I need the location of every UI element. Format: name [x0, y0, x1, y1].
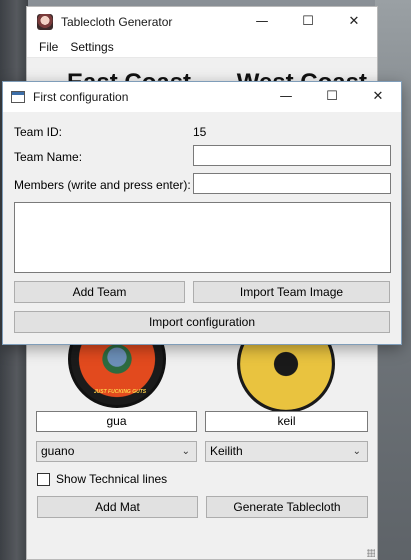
members-list[interactable] [14, 202, 391, 273]
dialog-title: First configuration [33, 90, 129, 104]
player-select-right[interactable]: Keilith ⌄ [205, 441, 368, 462]
player-select-left[interactable]: guano ⌄ [36, 441, 197, 462]
first-configuration-dialog: First configuration — ☐ ✕ Team ID: 15 Te… [2, 81, 402, 345]
team-id-label: Team ID: [14, 125, 63, 139]
team-name-field[interactable] [193, 145, 391, 166]
show-technical-lines-label: Show Technical lines [56, 472, 168, 486]
dialog-close-button[interactable]: ✕ [355, 82, 401, 111]
team-name-input-right[interactable]: keil [205, 411, 368, 432]
add-team-button[interactable]: Add Team [14, 281, 185, 303]
dialog-minimize-button[interactable]: — [263, 82, 309, 111]
dialog-controls: — ☐ ✕ [263, 82, 401, 111]
resize-grip[interactable] [367, 549, 375, 557]
main-window-title: Tablecloth Generator [61, 14, 173, 29]
members-field[interactable] [193, 173, 391, 194]
app-icon [37, 13, 53, 30]
members-label: Members (write and press enter): [14, 178, 191, 192]
team-name-label: Team Name: [14, 150, 83, 164]
main-titlebar[interactable]: Tablecloth Generator — ☐ ✕ [27, 7, 377, 36]
dialog-maximize-button[interactable]: ☐ [309, 82, 355, 111]
import-configuration-button[interactable]: Import configuration [14, 311, 390, 333]
window-icon [11, 91, 25, 103]
chevron-down-icon: ⌄ [352, 446, 361, 457]
show-technical-lines-checkbox[interactable] [37, 472, 50, 486]
import-team-image-button[interactable]: Import Team Image [193, 281, 390, 303]
add-mat-button[interactable]: Add Mat [37, 496, 198, 518]
menubar: File Settings [27, 36, 377, 58]
player-select-left-value: guano [41, 444, 75, 458]
menu-file[interactable]: File [33, 40, 64, 54]
team-id-value: 15 [193, 125, 207, 139]
dialog-titlebar[interactable]: First configuration — ☐ ✕ [3, 82, 401, 112]
menu-settings[interactable]: Settings [64, 40, 119, 54]
team-name-input-left[interactable]: gua [36, 411, 197, 432]
minimize-button[interactable]: — [239, 7, 285, 36]
show-technical-lines-row[interactable]: Show Technical lines [37, 472, 167, 486]
maximize-button[interactable]: ☐ [285, 7, 331, 36]
main-window-controls: — ☐ ✕ [239, 7, 377, 36]
team-logo-left-text: JUST FUCKING GUTS [93, 389, 147, 395]
player-select-right-value: Keilith [210, 444, 243, 458]
close-button[interactable]: ✕ [331, 7, 377, 36]
chevron-down-icon: ⌄ [181, 446, 190, 457]
generate-tablecloth-button[interactable]: Generate Tablecloth [206, 496, 368, 518]
